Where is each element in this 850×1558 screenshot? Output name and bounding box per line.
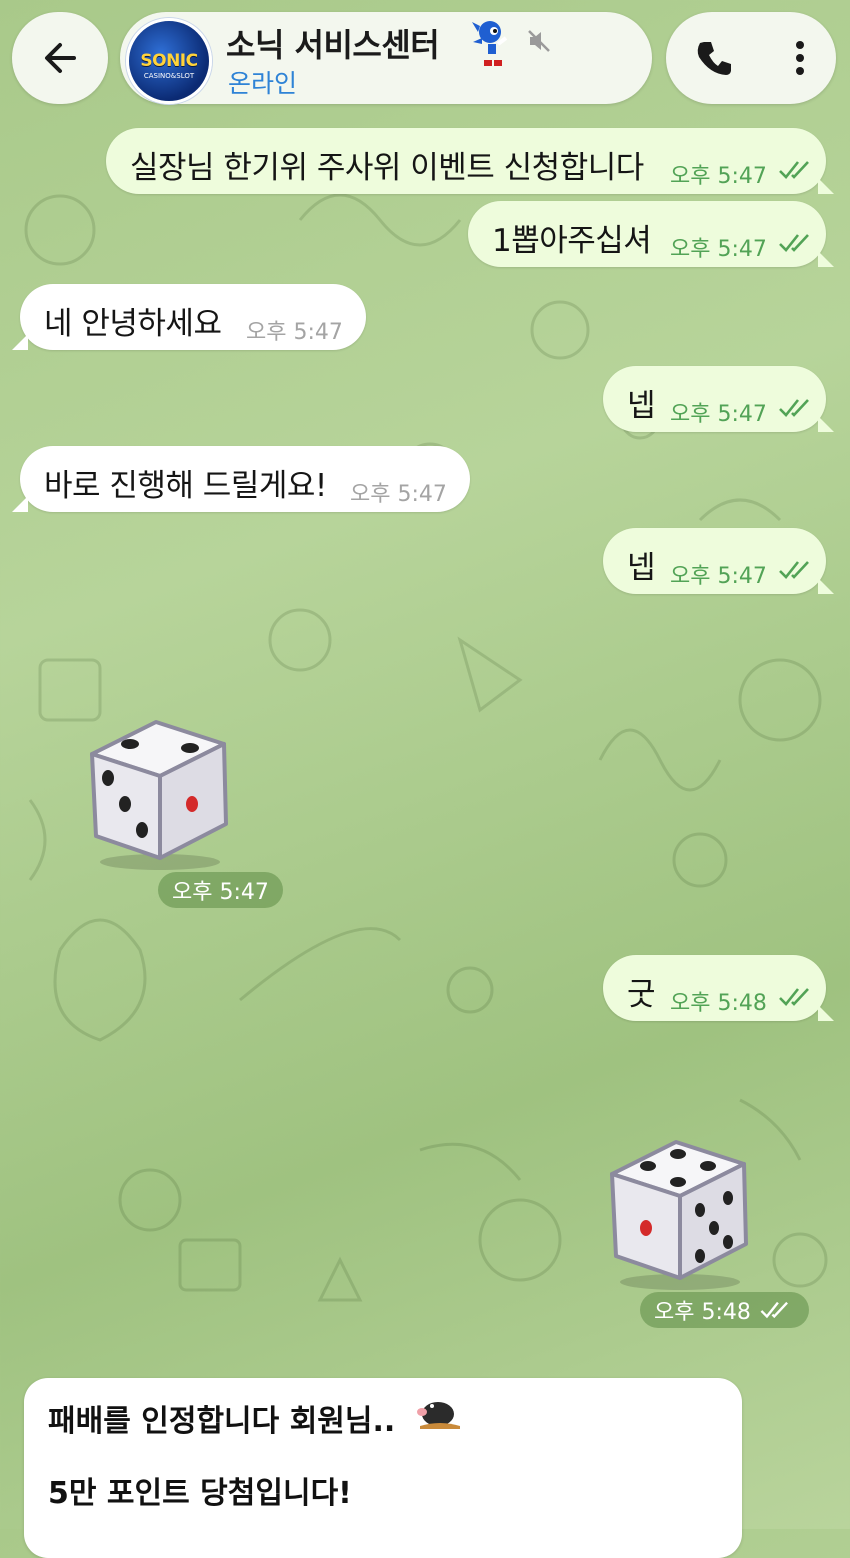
message-text: 네 안녕하세요 bbox=[44, 306, 222, 342]
header-actions bbox=[666, 12, 836, 104]
double-check-icon bbox=[779, 161, 809, 179]
time-text: 오후 5:48 bbox=[654, 1300, 751, 1325]
sonic-character-icon bbox=[472, 21, 508, 66]
outgoing-message[interactable]: 굿 오후 5:48 bbox=[603, 955, 834, 1021]
bubble-tail bbox=[818, 178, 834, 194]
back-button[interactable] bbox=[12, 12, 108, 104]
outgoing-message[interactable]: 1뽑아주십셔 오후 5:47 bbox=[468, 201, 834, 267]
dice-icon[interactable] bbox=[598, 1132, 762, 1292]
message-time: 오후 5:47 bbox=[670, 237, 767, 262]
message-time: 오후 5:47 bbox=[670, 564, 767, 589]
double-check-icon bbox=[760, 1301, 788, 1319]
bubble-tail bbox=[12, 334, 28, 350]
message-time: 오후 5:48 bbox=[670, 991, 767, 1016]
bubble-tail bbox=[818, 578, 834, 594]
bubble-tail bbox=[818, 251, 834, 267]
time-text: 오후 5:47 bbox=[172, 880, 269, 905]
message-text: 1뽑아주십셔 bbox=[492, 223, 652, 259]
bubble-tail bbox=[12, 496, 28, 512]
double-check-icon bbox=[779, 399, 809, 417]
message-text: 5만 포인트 당첨입니다! bbox=[48, 1476, 352, 1511]
message-time: 오후 5:47 bbox=[158, 872, 283, 908]
message-text: 패배를 인정합니다 회원님.. bbox=[48, 1404, 396, 1439]
bubble-tail bbox=[818, 1005, 834, 1021]
incoming-message[interactable]: 패배를 인정합니다 회원님.. 5만 포인트 당첨입니다! bbox=[24, 1378, 742, 1558]
message-text: 넵 bbox=[627, 550, 656, 586]
more-vertical-icon[interactable] bbox=[793, 38, 807, 78]
outgoing-message[interactable]: 넵 오후 5:47 bbox=[603, 366, 834, 432]
dice-icon[interactable] bbox=[78, 712, 242, 872]
avatar[interactable]: SONIC CASINO&SLOT bbox=[126, 18, 212, 104]
avatar-logo-text: SONIC bbox=[140, 51, 198, 71]
message-text: 바로 진행해 드릴게요! bbox=[44, 468, 327, 504]
message-text: 넵 bbox=[627, 388, 656, 424]
double-check-icon bbox=[779, 988, 809, 1006]
double-check-icon bbox=[779, 234, 809, 252]
message-text: 굿 bbox=[627, 977, 656, 1013]
arrow-left-icon bbox=[45, 43, 76, 73]
message-text: 실장님 한기위 주사위 이벤트 신청합니다 bbox=[130, 150, 644, 186]
outgoing-message[interactable]: 넵 오후 5:47 bbox=[603, 528, 834, 594]
incoming-message[interactable]: 바로 진행해 드릴게요! 오후 5:47 bbox=[12, 446, 470, 512]
phone-icon[interactable] bbox=[695, 38, 735, 78]
incoming-message[interactable]: 네 안녕하세요 오후 5:47 bbox=[12, 284, 366, 350]
message-time: 오후 5:47 bbox=[670, 164, 767, 189]
muted-speaker-icon bbox=[528, 30, 550, 52]
chat-header[interactable]: SONIC CASINO&SLOT 소닉 서비스센터 온라인 bbox=[120, 12, 652, 104]
message-time: 오후 5:47 bbox=[670, 402, 767, 427]
avatar-logo-subtext: CASINO&SLOT bbox=[143, 72, 195, 80]
message-time: 오후 5:47 bbox=[246, 320, 343, 345]
mole-emoji-icon bbox=[417, 1402, 460, 1429]
chat-status: 온라인 bbox=[228, 69, 298, 98]
chat-title: 소닉 서비스센터 bbox=[226, 26, 440, 64]
message-time: 오후 5:48 bbox=[640, 1292, 809, 1328]
double-check-icon bbox=[779, 561, 809, 579]
bubble-tail bbox=[818, 416, 834, 432]
outgoing-message[interactable]: 실장님 한기위 주사위 이벤트 신청합니다 오후 5:47 bbox=[106, 128, 834, 194]
message-time: 오후 5:47 bbox=[350, 482, 447, 507]
